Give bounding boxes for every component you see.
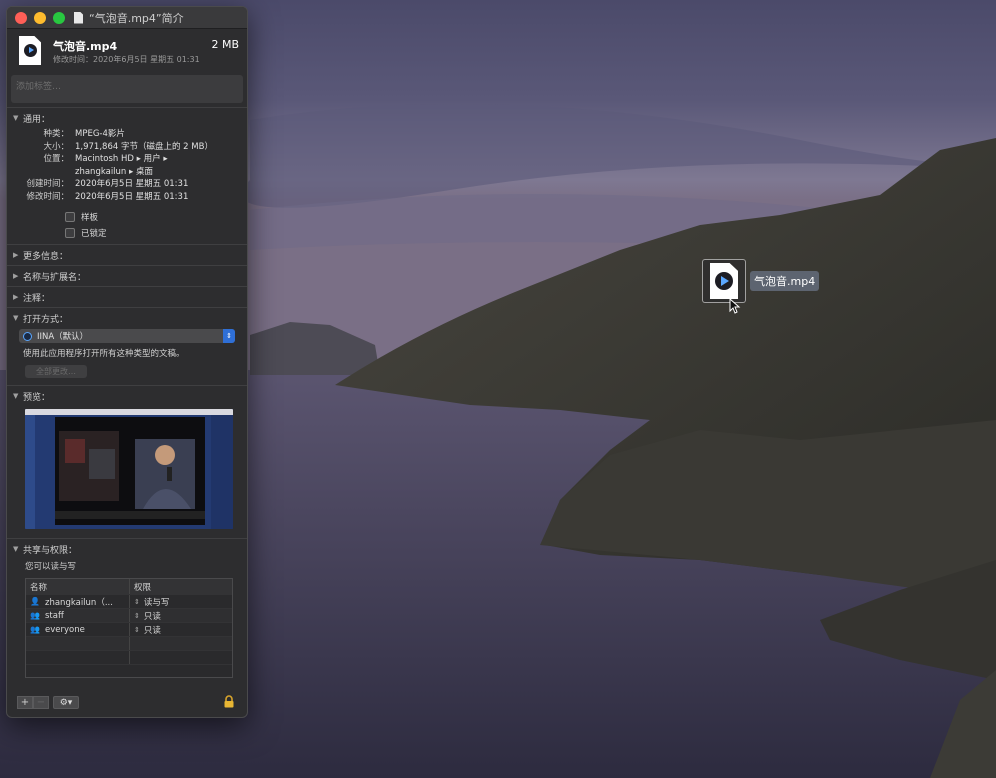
remove-button[interactable]: − (33, 695, 49, 709)
name-extension-section[interactable]: ▶ 名称与扩展名： (7, 265, 247, 286)
zoom-button[interactable] (53, 11, 65, 24)
open-with-disclosure[interactable]: ▼ 打开方式： (13, 311, 241, 325)
preview-disclosure[interactable]: ▼ 预览： (13, 389, 241, 403)
desktop-file-icon[interactable]: 气泡音.mp4 (702, 259, 820, 303)
stationery-checkbox[interactable]: 样板 (65, 209, 241, 225)
open-with-section: ▼ 打开方式： IINA（默认） ⇕ 使用此应用程序打开所有这种类型的文稿。 全部… (7, 307, 247, 385)
iina-app-icon (23, 331, 32, 341)
file-name: 气泡音.mp4 (53, 40, 118, 53)
disclosure-down-icon: ▼ (13, 392, 19, 400)
table-row-empty (26, 651, 232, 665)
minimize-button[interactable] (34, 11, 46, 24)
comments-section[interactable]: ▶ 注释： (7, 286, 247, 307)
window-title: “气泡音.mp4”简介 (89, 11, 184, 25)
disclosure-down-icon: ▼ (13, 114, 19, 122)
where-row: 位置： Macintosh HD ▸ 用户 ▸ (43, 154, 168, 164)
table-header: 名称 权限 (26, 579, 232, 595)
disclosure-right-icon: ▶ (13, 251, 19, 259)
lock-icon[interactable] (223, 695, 235, 708)
get-info-window: “气泡音.mp4”简介 气泡音.mp4 2 MB 修改时间：2020年6月5日 … (6, 6, 248, 718)
video-file-icon (710, 263, 738, 299)
title-document-icon (74, 11, 83, 24)
user-icon: 👤 (30, 597, 40, 606)
created-row: 创建时间： 2020年6月5日 星期五 01:31 (26, 179, 189, 189)
popup-arrows-icon[interactable]: ⇕ (134, 626, 140, 634)
kind-row: 种类： MPEG-4影片 (43, 129, 125, 139)
permissions-footer: + − ⚙▾ (17, 695, 237, 709)
open-with-hint: 使用此应用程序打开所有这种类型的文稿。 (23, 349, 185, 359)
add-button[interactable]: + (17, 695, 33, 709)
modified-row: 修改时间： 2020年6月5日 星期五 01:31 (26, 191, 189, 202)
disclosure-right-icon: ▶ (13, 293, 19, 301)
size-row: 大小： 1,971,864 字节（磁盘上的 2 MB） (43, 141, 213, 152)
section-title: 通用： (23, 114, 51, 125)
permission-note: 您可以读与写 (25, 562, 77, 572)
title-bar[interactable]: “气泡音.mp4”简介 (7, 7, 247, 29)
action-menu-button[interactable]: ⚙▾ (53, 695, 79, 709)
desktop-file-label[interactable]: 气泡音.mp4 (750, 271, 820, 291)
file-size: 2 MB (211, 38, 239, 51)
preview-frame-image (25, 409, 233, 529)
disclosure-down-icon: ▼ (13, 545, 19, 553)
disclosure-right-icon: ▶ (13, 272, 19, 280)
group-icon: 👥 (30, 611, 40, 620)
video-file-thumbnail[interactable] (702, 259, 746, 303)
preview-section: ▼ 预览： (7, 385, 247, 538)
file-header: 气泡音.mp4 2 MB 修改时间：2020年6月5日 星期五 01:31 (7, 29, 247, 73)
popup-arrows-icon[interactable]: ⇕ (134, 612, 140, 620)
tags-field[interactable]: 添加标签… (11, 75, 243, 103)
popup-arrows-icon[interactable]: ⇕ (134, 598, 140, 606)
video-file-icon (19, 36, 41, 65)
group-icon: 👥 (30, 625, 40, 634)
table-row[interactable]: 👤 zhangkailun（... ⇕ 读与写 (26, 595, 232, 609)
close-button[interactable] (15, 11, 27, 24)
name-column-header[interactable]: 名称 (26, 579, 130, 594)
change-all-button[interactable]: 全部更改… (25, 365, 87, 378)
sharing-disclosure[interactable]: ▼ 共享与权限： (13, 542, 241, 556)
general-section: ▼ 通用： 种类： MPEG-4影片 大小： 1,971,864 字节（磁盘上的 2… (7, 107, 247, 244)
modified-date: 修改时间：2020年6月5日 星期五 01:31 (53, 55, 200, 64)
permissions-table: 名称 权限 👤 zhangkailun（... ⇕ 读与写 👥 staff ⇕ 只读 👥… (25, 578, 233, 678)
mouse-cursor-icon (729, 298, 741, 314)
disclosure-down-icon: ▼ (13, 314, 19, 322)
video-preview[interactable] (25, 409, 233, 529)
open-with-popup[interactable]: IINA（默认） ⇕ (19, 329, 235, 343)
privilege-column-header[interactable]: 权限 (130, 579, 232, 594)
popup-arrows-icon: ⇕ (223, 329, 235, 343)
general-disclosure[interactable]: ▼ 通用： (13, 111, 241, 125)
where-row-cont: zhangkailun ▸ 桌面 (75, 166, 153, 177)
locked-checkbox[interactable]: 已锁定 (65, 225, 241, 241)
more-info-section[interactable]: ▶ 更多信息： (7, 244, 247, 265)
table-row-empty (26, 637, 232, 651)
table-row[interactable]: 👥 everyone ⇕ 只读 (26, 623, 232, 637)
table-row[interactable]: 👥 staff ⇕ 只读 (26, 609, 232, 623)
sharing-section: ▼ 共享与权限： 您可以读与写 名称 权限 👤 zhangkailun（... ⇕ 读… (7, 538, 247, 681)
